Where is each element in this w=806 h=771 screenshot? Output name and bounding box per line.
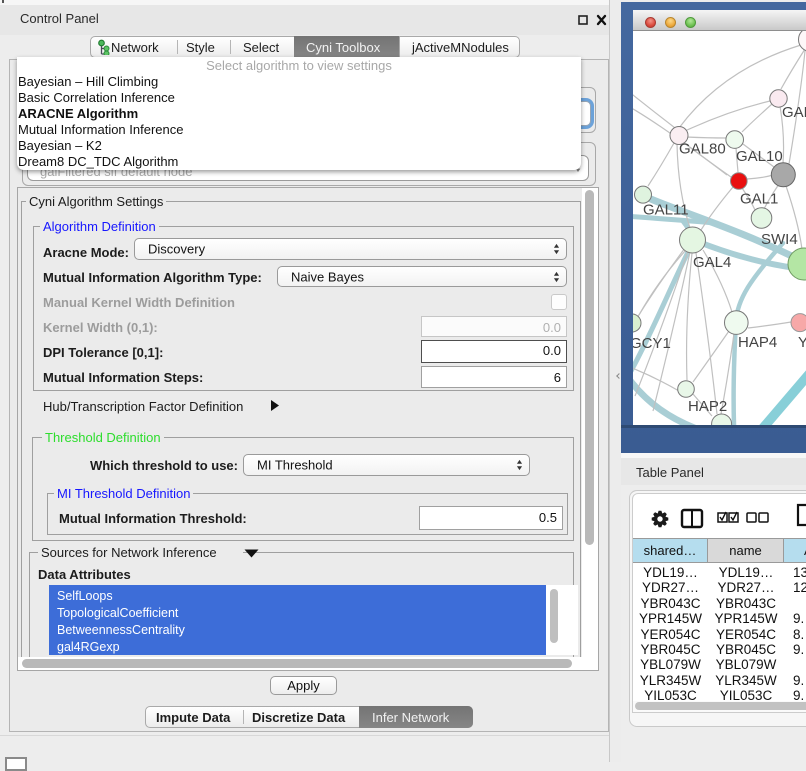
svg-text:HAP2: HAP2 (688, 398, 727, 415)
svg-text:GAL11: GAL11 (643, 202, 689, 219)
svg-text:GAL10: GAL10 (736, 148, 783, 165)
svg-text:GAL4: GAL4 (693, 254, 731, 271)
svg-text:SWI4: SWI4 (761, 231, 798, 248)
svg-text:GAL: GAL (782, 104, 806, 121)
svg-text:GCY1: GCY1 (633, 335, 671, 352)
svg-text:GAL80: GAL80 (679, 141, 726, 158)
svg-text:Y: Y (798, 334, 806, 351)
svg-text:HAP4: HAP4 (738, 334, 777, 351)
svg-text:GAL1: GAL1 (740, 191, 778, 208)
